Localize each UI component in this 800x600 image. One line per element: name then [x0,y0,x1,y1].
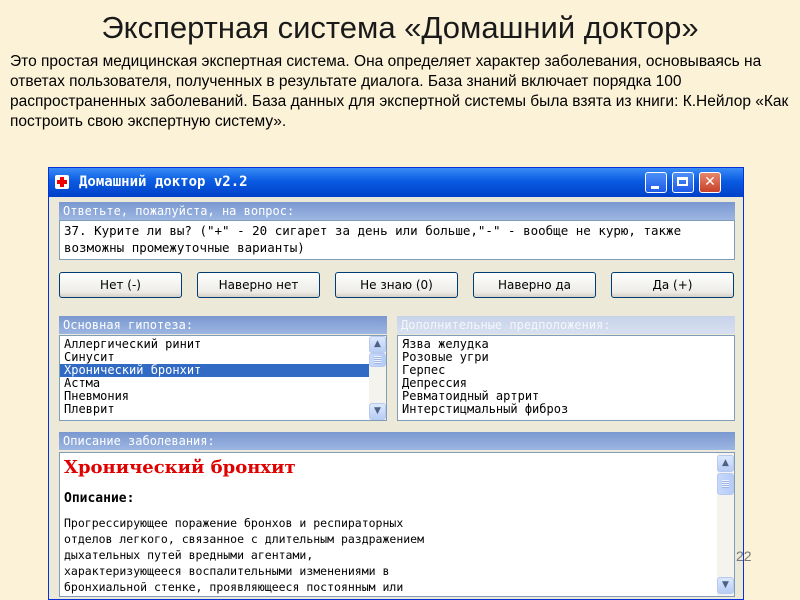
hypothesis-item-selected[interactable]: Хронический бронхит [60,364,386,377]
disease-title: Хронический бронхит [64,457,296,478]
description-header: Описание заболевания: [59,432,735,450]
main-hypothesis-header: Основная гипотеза: [59,316,387,334]
description-line: дыхательных путей вредными агентами, [64,548,314,562]
slide-intro: Это простая медицинская экспертная систе… [10,53,789,130]
additional-header: Дополнительные предположения: [397,316,735,334]
scroll-down-arrow-icon[interactable]: ▼ [369,403,386,420]
page-number: 22 [736,548,752,564]
description-line: бронхиальной стенке, проявляющееся посто… [64,580,404,594]
answer-dont-know-button[interactable]: Не знаю (0) [335,272,458,298]
answer-probably-yes-button[interactable]: Наверно да [473,272,596,298]
slide-title: Экспертная система «Домашний доктор» [101,10,699,45]
minimize-button[interactable] [645,172,667,193]
description-line: Прогрессирующее поражение бронхов и респ… [64,516,404,530]
close-button[interactable]: ✕ [699,172,721,193]
description-scrollbar[interactable]: ▲ ▼ [717,453,734,596]
close-icon: ✕ [704,174,716,190]
red-cross-icon [55,175,69,189]
main-hypothesis-list[interactable]: Аллергический ринит Синусит Хронический … [59,335,387,421]
scroll-up-arrow-icon[interactable]: ▲ [369,336,386,353]
scroll-up-arrow-icon[interactable]: ▲ [717,455,734,472]
maximize-button[interactable] [672,172,694,193]
window-title: Домашний доктор v2.2 [79,174,248,190]
additional-item[interactable]: Интерстицмальный фиброз [398,403,734,416]
scroll-down-arrow-icon[interactable]: ▼ [717,577,734,594]
scroll-thumb[interactable] [717,473,734,495]
app-window: Домашний доктор v2.2 ✕ Ответьте, пожалуй… [48,167,744,600]
additional-item[interactable]: Розовые угри [398,351,734,364]
additional-list[interactable]: Язва желудка Розовые угри Герпес Депресс… [397,335,735,421]
scroll-thumb[interactable] [369,353,386,367]
description-label: Описание: [64,491,135,506]
title-bar[interactable]: Домашний доктор v2.2 ✕ [49,168,743,197]
hypothesis-item[interactable]: Плеврит [60,403,386,416]
answer-yes-button[interactable]: Да (+) [611,272,734,298]
description-text: Прогрессирующее поражение бронхов и респ… [64,515,694,595]
description-line: характеризующееся воспалительными измене… [64,564,390,578]
description-box[interactable]: Хронический бронхит Описание: Прогрессир… [59,452,735,597]
answer-probably-no-button[interactable]: Наверно нет [197,272,320,298]
question-header: Ответьте, пожалуйста, на вопрос: [59,202,735,220]
hypothesis-scrollbar[interactable]: ▲ ▼ [369,336,386,420]
description-line: отделов легкого, связанное с длительным … [64,532,425,546]
question-text: 37. Курите ли вы? ("+" - 20 сигарет за д… [59,220,735,260]
answer-no-button[interactable]: Нет (-) [59,272,182,298]
